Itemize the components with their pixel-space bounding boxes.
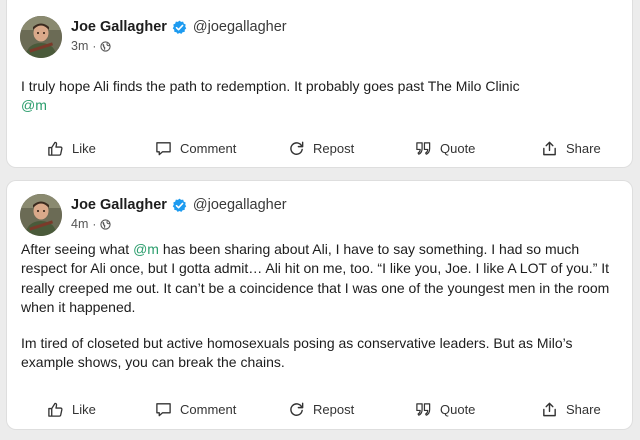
avatar[interactable] <box>20 16 62 58</box>
name-row: Joe Gallagher @joegallagher <box>71 17 287 37</box>
like-button[interactable]: Like <box>47 394 96 424</box>
mention-link[interactable]: @m <box>133 241 159 257</box>
repost-icon <box>288 140 305 157</box>
share-label: Share <box>566 401 601 417</box>
share-icon <box>541 401 558 418</box>
quote-button[interactable]: Quote <box>415 394 475 424</box>
post-text: I truly hope Ali finds the path to redem… <box>21 78 520 94</box>
separator-dot: · <box>92 39 97 53</box>
comment-icon <box>155 140 172 157</box>
post-card: Joe Gallagher @joegallagher 4m · After s… <box>7 181 632 429</box>
comment-button[interactable]: Comment <box>155 133 236 163</box>
time-row: 4m · <box>71 216 287 232</box>
thumbs-up-icon <box>47 140 64 157</box>
repost-label: Repost <box>313 401 355 417</box>
quote-button[interactable]: Quote <box>415 133 475 163</box>
share-button[interactable]: Share <box>541 394 601 424</box>
quote-label: Quote <box>440 401 476 417</box>
repost-icon <box>288 401 305 418</box>
separator-dot: · <box>92 217 97 231</box>
time-row: 3m · <box>71 38 287 54</box>
avatar[interactable] <box>20 194 62 236</box>
post-paragraph: I truly hope Ali finds the path to redem… <box>21 77 618 116</box>
globe-icon <box>100 40 112 52</box>
like-button[interactable]: Like <box>47 133 96 163</box>
name-row: Joe Gallagher @joegallagher <box>71 195 287 215</box>
post-paragraph: After seeing what @m has been sharing ab… <box>21 240 618 318</box>
comment-label: Comment <box>180 140 237 156</box>
mention-link[interactable]: @m <box>21 97 47 113</box>
post-header: Joe Gallagher @joegallagher 4m · <box>20 194 287 236</box>
post-actions: Like Comment Repost Quote Share <box>7 394 632 424</box>
post-body: After seeing what @m has been sharing ab… <box>21 240 618 372</box>
comment-label: Comment <box>180 401 237 417</box>
post-body: I truly hope Ali finds the path to redem… <box>21 77 618 116</box>
feed: Joe Gallagher @joegallagher 3m · I truly… <box>0 0 640 440</box>
author-handle[interactable]: @joegallagher <box>193 19 287 35</box>
post-actions: Like Comment Repost Quote Share <box>7 133 632 163</box>
comment-icon <box>155 401 172 418</box>
author-meta: Joe Gallagher @joegallagher 4m · <box>71 195 287 232</box>
post-header: Joe Gallagher @joegallagher 3m · <box>20 16 287 58</box>
like-label: Like <box>72 401 96 417</box>
repost-label: Repost <box>313 140 355 156</box>
author-handle[interactable]: @joegallagher <box>193 197 287 213</box>
post-paragraph: Im tired of closeted but active homosexu… <box>21 334 618 373</box>
comment-button[interactable]: Comment <box>155 394 236 424</box>
share-icon <box>541 140 558 157</box>
post-text: After seeing what <box>21 241 134 257</box>
quote-icon <box>415 401 432 418</box>
author-name[interactable]: Joe Gallagher <box>71 19 167 35</box>
author-name[interactable]: Joe Gallagher <box>71 197 167 213</box>
verified-badge-icon <box>172 20 187 35</box>
author-meta: Joe Gallagher @joegallagher 3m · <box>71 17 287 54</box>
post-time[interactable]: 3m <box>71 39 88 53</box>
share-label: Share <box>566 140 601 156</box>
quote-label: Quote <box>440 140 476 156</box>
post-card: Joe Gallagher @joegallagher 3m · I truly… <box>7 0 632 167</box>
repost-button[interactable]: Repost <box>288 394 354 424</box>
post-text: Im tired of closeted but active homosexu… <box>21 334 573 371</box>
thumbs-up-icon <box>47 401 64 418</box>
post-time[interactable]: 4m <box>71 217 88 231</box>
quote-icon <box>415 140 432 157</box>
share-button[interactable]: Share <box>541 133 601 163</box>
globe-icon <box>100 218 112 230</box>
like-label: Like <box>72 140 96 156</box>
verified-badge-icon <box>172 198 187 213</box>
repost-button[interactable]: Repost <box>288 133 354 163</box>
